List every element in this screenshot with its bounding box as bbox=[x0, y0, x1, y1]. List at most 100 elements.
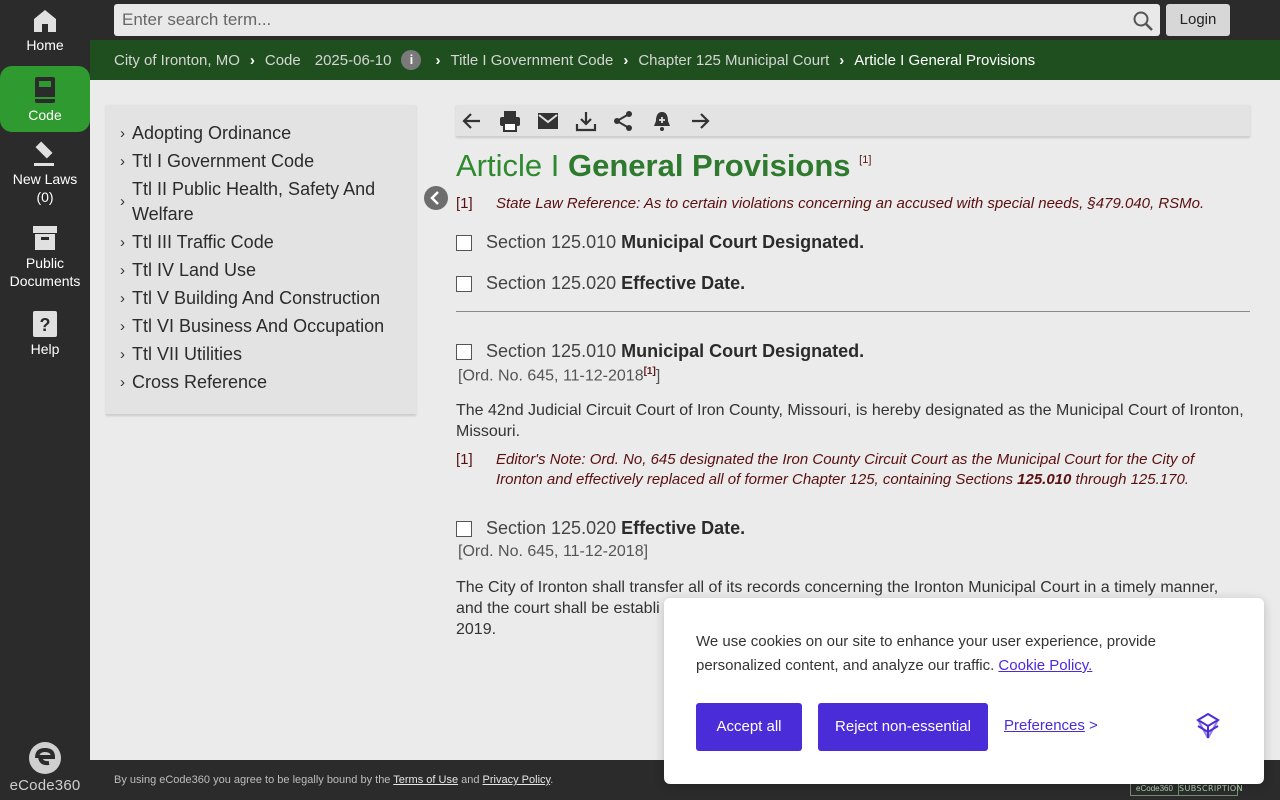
svg-text:?: ? bbox=[40, 315, 51, 335]
table-of-contents: › Adopting Ordinance › Ttl I Government Co… bbox=[106, 105, 416, 415]
section-body: The 42nd Judicial Circuit Court of Iron … bbox=[456, 402, 1244, 440]
section-number: Section 125.010 bbox=[486, 341, 617, 361]
terms-of-use-link[interactable]: Terms of Use bbox=[393, 774, 458, 786]
ecode-logo-mark bbox=[29, 742, 61, 774]
section-checkbox[interactable] bbox=[456, 343, 472, 360]
toc-item[interactable]: › Ttl IV Land Use bbox=[106, 258, 416, 283]
toc-item[interactable]: › Ttl III Traffic Code bbox=[106, 230, 416, 255]
nav-help-label: Help bbox=[30, 341, 60, 357]
toc-item-label: Ttl I Government Code bbox=[132, 151, 315, 171]
search-icon[interactable] bbox=[1132, 10, 1154, 32]
toc-item[interactable]: › Cross Reference bbox=[106, 370, 416, 395]
footnote-text: Editor's Note: Ord. No, 645 designated t… bbox=[496, 450, 1206, 490]
toc-section-row[interactable]: Section 125.020 Effective Date. bbox=[456, 273, 745, 294]
chevron-right-icon: › bbox=[120, 153, 125, 170]
section-checkbox[interactable] bbox=[456, 234, 472, 251]
preferences-link[interactable]: Preferences > bbox=[1004, 717, 1098, 734]
chevron-right-icon: › bbox=[839, 51, 845, 69]
toc-item-label: Cross Reference bbox=[132, 372, 268, 392]
breadcrumb-code-date: 2025-06-10 bbox=[314, 51, 392, 69]
notification-bell-icon[interactable] bbox=[650, 110, 674, 132]
logo-text: eCode360 bbox=[9, 777, 81, 794]
forward-arrow-icon[interactable] bbox=[688, 110, 712, 132]
login-button[interactable]: Login bbox=[1166, 4, 1230, 36]
toc-item-label: Ttl V Building And Construction bbox=[132, 288, 381, 308]
breadcrumb-title[interactable]: Title I Government Code bbox=[450, 52, 613, 69]
preferences-label: Preferences bbox=[1004, 717, 1085, 734]
toc-item[interactable]: › Ttl VII Utilities bbox=[106, 342, 416, 367]
section-title: Municipal Court Designated. bbox=[621, 232, 865, 252]
print-icon[interactable] bbox=[498, 110, 522, 132]
toc-section-row[interactable]: Section 125.010 Municipal Court Designat… bbox=[456, 232, 864, 253]
footnote-marker[interactable]: [1] bbox=[859, 154, 871, 166]
content-toolbar bbox=[456, 105, 1250, 137]
accept-all-button[interactable]: Accept all bbox=[696, 703, 802, 751]
collapse-toc-button[interactable] bbox=[424, 186, 448, 210]
history-close: ] bbox=[655, 367, 661, 385]
chevron-right-icon: › bbox=[435, 51, 441, 69]
toc-item-label: Adopting Ordinance bbox=[132, 123, 292, 143]
info-icon[interactable]: i bbox=[401, 50, 422, 70]
search-input[interactable] bbox=[114, 4, 1124, 36]
history-text: [Ord. No. 645, 11-12-2018 bbox=[458, 367, 644, 385]
privacy-policy-link[interactable]: Privacy Policy bbox=[483, 774, 551, 786]
toc-item[interactable]: › Ttl V Building And Construction bbox=[106, 286, 416, 311]
section-title: Effective Date. bbox=[621, 273, 746, 293]
section-checkbox[interactable] bbox=[456, 520, 472, 537]
nav-code[interactable]: Code bbox=[0, 66, 90, 132]
footnote-number[interactable]: [1] bbox=[456, 450, 473, 470]
reject-non-essential-button[interactable]: Reject non-essential bbox=[818, 703, 988, 751]
chevron-right-icon: › bbox=[120, 125, 125, 142]
chevron-left-icon bbox=[430, 191, 439, 205]
section-title: Effective Date. bbox=[621, 518, 746, 538]
toc-item[interactable]: › Adopting Ordinance bbox=[106, 121, 416, 146]
chevron-right-icon: › bbox=[120, 318, 125, 335]
section-history: [Ord. No. 645, 11-12-2018] bbox=[458, 543, 649, 560]
editors-note: [1] Editor's Note: Ord. No, 645 designat… bbox=[456, 450, 1236, 490]
body-line-1: The City of Ironton shall transfer all o… bbox=[456, 579, 1219, 596]
toc-item-label: Ttl VII Utilities bbox=[132, 344, 243, 364]
nav-help[interactable]: ? Help bbox=[0, 310, 90, 360]
breadcrumb-city[interactable]: City of Ironton, MO bbox=[114, 52, 240, 69]
nav-home[interactable]: Home bbox=[0, 8, 90, 62]
nav-new-laws[interactable]: New Laws (0) bbox=[0, 140, 90, 210]
help-icon: ? bbox=[33, 311, 57, 337]
toc-item-label: Ttl IV Land Use bbox=[132, 260, 257, 280]
share-icon[interactable] bbox=[611, 110, 635, 132]
chevron-right-icon: › bbox=[120, 234, 125, 251]
back-arrow-icon[interactable] bbox=[460, 110, 484, 132]
cookie-policy-link[interactable]: Cookie Policy. bbox=[998, 657, 1092, 674]
article-name: General Provisions bbox=[567, 148, 851, 183]
footnote-number[interactable]: [1] bbox=[456, 194, 473, 214]
chevron-right-icon: › bbox=[120, 262, 125, 279]
chevron-right-icon: › bbox=[120, 346, 125, 363]
toc-item[interactable]: › Ttl I Government Code bbox=[106, 149, 416, 174]
toc-item[interactable]: › Ttl II Public Health, Safety And Welfar… bbox=[106, 177, 416, 227]
nav-public-documents-line1: Public bbox=[25, 255, 65, 271]
history-footnote-marker[interactable]: [1] bbox=[644, 366, 656, 377]
section-checkbox[interactable] bbox=[456, 275, 472, 292]
ecode360-logo[interactable]: eCode360 bbox=[0, 740, 90, 794]
body-line-3: 2019. bbox=[456, 621, 497, 638]
chevron-right-icon: › bbox=[120, 290, 125, 307]
email-icon[interactable] bbox=[536, 110, 560, 132]
new-laws-count: (0) bbox=[36, 189, 54, 205]
section-number: Section 125.010 bbox=[486, 232, 617, 252]
archive-box-icon bbox=[33, 226, 57, 250]
consent-provider-logo-icon[interactable] bbox=[1194, 712, 1222, 740]
download-icon[interactable] bbox=[574, 110, 598, 132]
nav-public-documents[interactable]: Public Documents bbox=[0, 224, 90, 294]
article-title: Article I General Provisions [1] bbox=[456, 148, 871, 184]
chevron-right-icon: › bbox=[120, 374, 125, 391]
breadcrumb-code[interactable]: Code bbox=[265, 52, 301, 69]
breadcrumb-chapter[interactable]: Chapter 125 Municipal Court bbox=[638, 52, 829, 69]
nav-code-label: Code bbox=[28, 107, 62, 123]
book-icon bbox=[35, 77, 55, 103]
subscription-badge[interactable]: eCode360 SUBSCRIPTION bbox=[1130, 782, 1244, 796]
nav-home-label: Home bbox=[26, 37, 64, 53]
toc-item-label: Ttl III Traffic Code bbox=[132, 232, 274, 252]
toc-item[interactable]: › Ttl VI Business And Occupation bbox=[106, 314, 416, 339]
note-section-link[interactable]: 125.010 bbox=[1017, 471, 1071, 488]
search-box bbox=[114, 4, 1160, 36]
badge-right: SUBSCRIPTION bbox=[1179, 784, 1244, 793]
